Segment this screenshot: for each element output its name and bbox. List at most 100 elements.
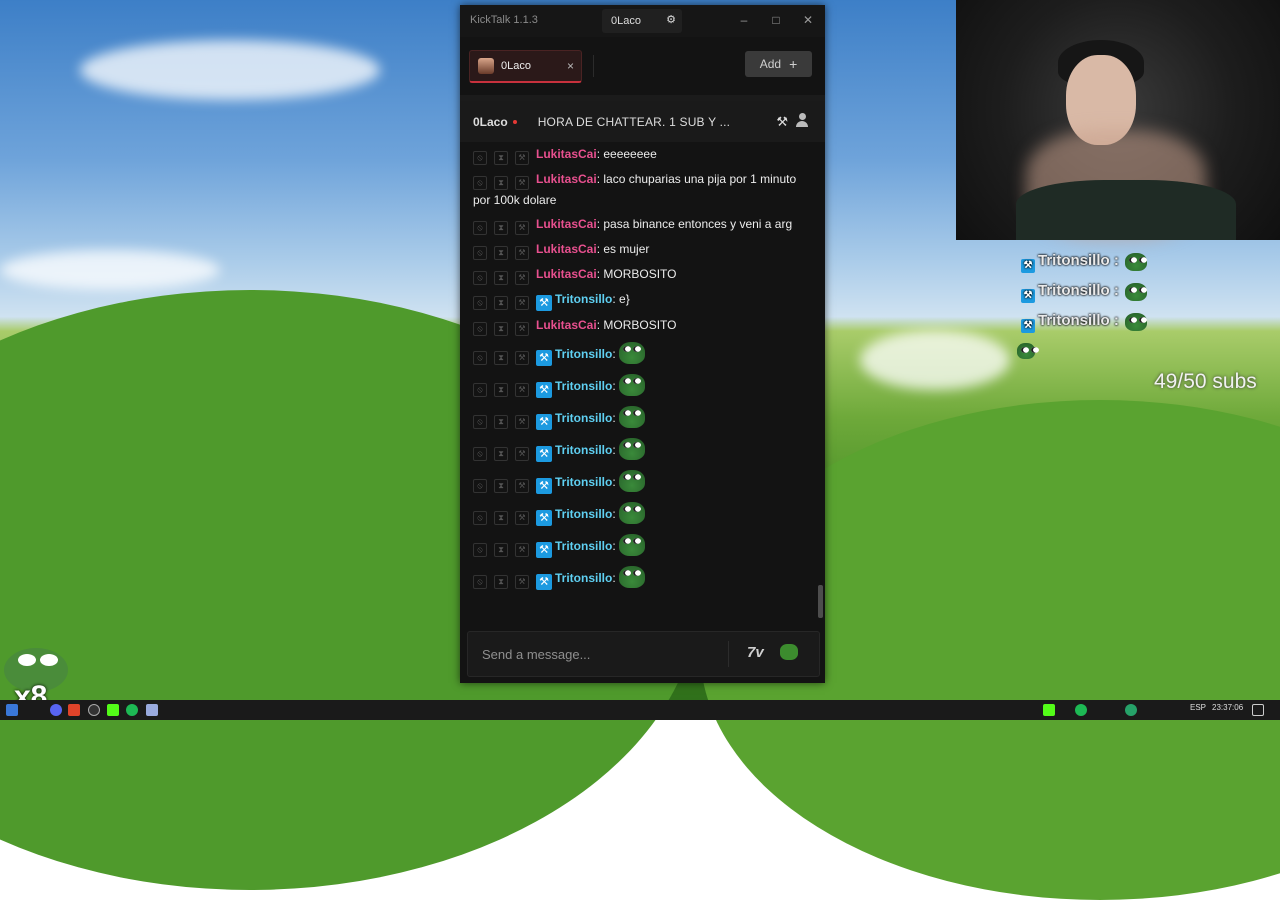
ban-icon[interactable]: ⦸ — [473, 296, 487, 310]
discord-icon[interactable] — [50, 704, 62, 716]
ban-icon[interactable]: ⦸ — [473, 383, 487, 397]
hammer-icon[interactable]: ⚒ — [515, 246, 529, 260]
hammer-icon[interactable]: ⚒ — [515, 176, 529, 190]
seventv-emote-button[interactable]: 7v — [747, 644, 764, 661]
chat-username[interactable]: LukitasCai — [536, 172, 597, 186]
ban-icon[interactable]: ⦸ — [473, 415, 487, 429]
tray-icon[interactable] — [1125, 704, 1137, 716]
timeout-icon[interactable]: ⧗ — [494, 296, 508, 310]
pepe-emote-icon — [619, 406, 646, 428]
timeout-icon[interactable]: ⧗ — [494, 151, 508, 165]
hammer-icon[interactable]: ⚒ — [515, 296, 529, 310]
emote-picker-icon[interactable] — [780, 644, 798, 660]
timeout-icon[interactable]: ⧗ — [494, 415, 508, 429]
close-button[interactable]: ✕ — [801, 13, 815, 27]
ban-icon[interactable]: ⦸ — [473, 322, 487, 336]
maximize-button[interactable]: □ — [769, 13, 783, 27]
ban-icon[interactable]: ⦸ — [473, 271, 487, 285]
hammer-icon[interactable]: ⚒ — [515, 447, 529, 461]
chat-username[interactable]: Tritonsillo — [555, 292, 612, 306]
timeout-icon[interactable]: ⧗ — [494, 511, 508, 525]
message-input[interactable] — [480, 643, 724, 665]
ban-icon[interactable]: ⦸ — [473, 511, 487, 525]
kick-tray-icon[interactable] — [1043, 704, 1055, 716]
moderator-badge-icon: ⚒ — [536, 446, 552, 462]
chat-username[interactable]: Tritonsillo — [555, 379, 612, 393]
chat-message: ⦸ ⧗ ⚒ LukitasCai: MORBOSITO — [460, 262, 817, 287]
timeout-icon[interactable]: ⧗ — [494, 246, 508, 260]
chat-username[interactable]: LukitasCai — [536, 147, 597, 161]
timeout-icon[interactable]: ⧗ — [494, 543, 508, 557]
chat-username[interactable]: LukitasCai — [536, 217, 597, 231]
hammer-icon[interactable]: ⚒ — [515, 322, 529, 336]
timeout-icon[interactable]: ⧗ — [494, 383, 508, 397]
timeout-icon[interactable]: ⧗ — [494, 271, 508, 285]
user-icon[interactable] — [796, 113, 808, 127]
spotify-icon[interactable] — [126, 704, 138, 716]
close-icon[interactable]: × — [567, 59, 574, 73]
spotify-tray-icon[interactable] — [1075, 704, 1087, 716]
ban-icon[interactable]: ⦸ — [473, 221, 487, 235]
clock[interactable]: 23:37:06 — [1212, 703, 1243, 712]
chat-username[interactable]: Tritonsillo — [555, 507, 612, 521]
chat-username[interactable]: LukitasCai — [536, 242, 597, 256]
hammer-icon[interactable]: ⚒ — [515, 383, 529, 397]
overlay-username: Tritonsillo : — [1038, 252, 1119, 269]
app-icon[interactable] — [88, 704, 100, 716]
timeout-icon[interactable]: ⧗ — [494, 447, 508, 461]
kick-icon[interactable] — [107, 704, 119, 716]
hammer-icon[interactable]: ⚒ — [515, 511, 529, 525]
ban-icon[interactable]: ⦸ — [473, 447, 487, 461]
moderator-badge-icon: ⚒ — [536, 414, 552, 430]
notification-icon[interactable] — [1252, 704, 1264, 716]
hammer-icon[interactable]: ⚒ — [515, 543, 529, 557]
hammer-icon[interactable]: ⚒ — [515, 415, 529, 429]
chat-message: ⦸ ⧗ ⚒ ⚒ Tritonsillo: — [460, 498, 817, 530]
ban-icon[interactable]: ⦸ — [473, 176, 487, 190]
divider — [728, 641, 729, 667]
chat-username[interactable]: Tritonsillo — [555, 571, 612, 585]
chat-username[interactable]: Tritonsillo — [555, 539, 612, 553]
timeout-icon[interactable]: ⧗ — [494, 575, 508, 589]
chat-username[interactable]: LukitasCai — [536, 267, 597, 281]
chat-username[interactable]: Tritonsillo — [555, 411, 612, 425]
channel-name: 0Laco — [473, 114, 508, 129]
timeout-icon[interactable]: ⧗ — [494, 221, 508, 235]
language-indicator[interactable]: ESP — [1190, 703, 1206, 712]
hammer-icon[interactable]: ⚒ — [515, 221, 529, 235]
gear-icon[interactable]: ⚙ — [666, 13, 676, 26]
hammer-icon[interactable]: ⚒ — [515, 271, 529, 285]
ban-icon[interactable]: ⦸ — [473, 246, 487, 260]
timeout-icon[interactable]: ⧗ — [494, 479, 508, 493]
chat-username[interactable]: LukitasCai — [536, 318, 597, 332]
scrollbar[interactable] — [818, 585, 823, 618]
chat-message: ⦸ ⧗ ⚒ ⚒ Tritonsillo: — [460, 530, 817, 562]
notepad-icon[interactable] — [146, 704, 158, 716]
ban-icon[interactable]: ⦸ — [473, 351, 487, 365]
timeout-icon[interactable]: ⧗ — [494, 322, 508, 336]
hammer-icon[interactable]: ⚒ — [515, 151, 529, 165]
start-icon[interactable] — [6, 704, 18, 716]
add-button[interactable]: Add + — [745, 51, 812, 77]
brave-icon[interactable] — [68, 704, 80, 716]
chat-username[interactable]: Tritonsillo — [555, 443, 612, 457]
ban-icon[interactable]: ⦸ — [473, 479, 487, 493]
tab-label: 0Laco — [501, 60, 531, 72]
chat-message: ⦸ ⧗ ⚒ LukitasCai: laco chuparias una pija p… — [473, 172, 797, 207]
chat-username[interactable]: Tritonsillo — [555, 475, 612, 489]
ban-icon[interactable]: ⦸ — [473, 151, 487, 165]
minimize-button[interactable]: – — [737, 13, 751, 27]
hammer-icon[interactable]: ⚒ — [515, 575, 529, 589]
timeout-icon[interactable]: ⧗ — [494, 351, 508, 365]
account-button[interactable]: 0Laco ⚙ — [602, 9, 682, 33]
hammer-icon[interactable]: ⚒ — [515, 351, 529, 365]
hammer-icon[interactable]: ⚒ — [515, 479, 529, 493]
chat-message: ⦸ ⧗ ⚒ LukitasCai: eeeeeeee — [460, 142, 817, 167]
chat-username[interactable]: Tritonsillo — [555, 347, 612, 361]
timeout-icon[interactable]: ⧗ — [494, 176, 508, 190]
ban-icon[interactable]: ⦸ — [473, 543, 487, 557]
tab-0laco[interactable]: 0Laco × — [469, 50, 582, 83]
live-indicator — [512, 119, 517, 124]
hammer-icon[interactable]: ⚒ — [776, 114, 788, 130]
ban-icon[interactable]: ⦸ — [473, 575, 487, 589]
